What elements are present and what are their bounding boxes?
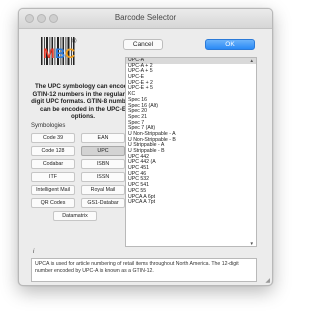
svg-text:C: C [65, 45, 75, 61]
symbology-codabar-button[interactable]: Codabar [31, 159, 75, 169]
cancel-button[interactable]: Cancel [123, 39, 163, 50]
symbology-qr-codes-button[interactable]: QR Codes [31, 198, 75, 208]
svg-text:®: ® [72, 38, 77, 45]
barcode-selector-window: Barcode Selector M B C ® Cancel OK The U… [18, 8, 273, 286]
app-logo: M B C ® [39, 34, 77, 70]
svg-text:M: M [43, 45, 55, 61]
title-bar: Barcode Selector [19, 9, 272, 29]
symbology-isbn-button[interactable]: ISBN [81, 159, 125, 169]
symbology-gs1-databar-button[interactable]: GS1-Databar [81, 198, 125, 208]
scroll-down-icon[interactable]: ▼ [250, 241, 254, 246]
info-icon: i [33, 249, 35, 255]
symbology-upc-button[interactable]: UPC [81, 146, 125, 156]
window-title: Barcode Selector [114, 13, 177, 22]
symbology-code39-button[interactable]: Code 39 [31, 133, 75, 143]
symbology-itf-button[interactable]: ITF [31, 172, 75, 182]
symbology-issn-button[interactable]: ISSN [81, 172, 125, 182]
resize-grip-icon[interactable]: ◢ [265, 277, 270, 284]
ok-button[interactable]: OK [205, 39, 255, 50]
symbology-code128-button[interactable]: Code 128 [31, 146, 75, 156]
symbology-intelligent-mail-button[interactable]: Intelligent Mail [31, 185, 75, 195]
scroll-up-icon[interactable]: ▲ [250, 58, 254, 63]
symbology-info-text: The UPC symbology can encode GTIN-12 num… [31, 83, 135, 121]
symbology-royal-mail-button[interactable]: Royal Mail [81, 185, 125, 195]
svg-text:B: B [55, 45, 65, 61]
barcode-format-list[interactable]: ▲ UPC-A UPC-A + 2 UPC-A + 5 UPC-E UPC-E … [125, 57, 257, 247]
symbologies-label: Symbologies [31, 123, 66, 129]
list-item[interactable]: UPCA A 7pt [126, 199, 256, 206]
symbology-datamatrix-button[interactable]: Datamatrix [53, 211, 97, 221]
symbology-ean-button[interactable]: EAN [81, 133, 125, 143]
format-description: UPCA is used for article numbering of re… [31, 258, 257, 282]
